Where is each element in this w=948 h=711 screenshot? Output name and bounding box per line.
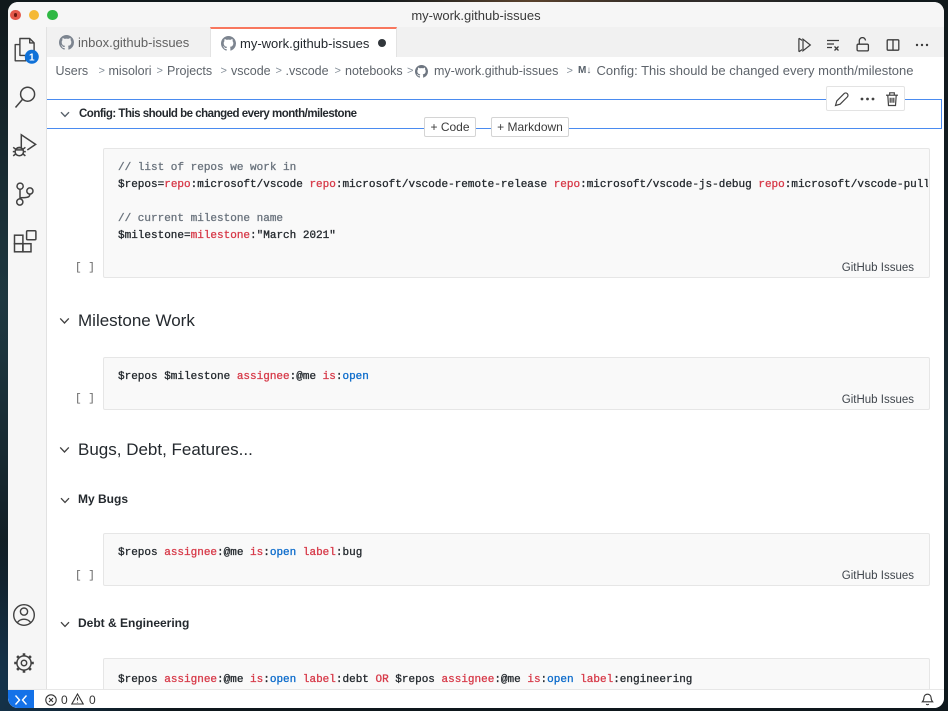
svg-text:1: 1 <box>29 52 35 63</box>
